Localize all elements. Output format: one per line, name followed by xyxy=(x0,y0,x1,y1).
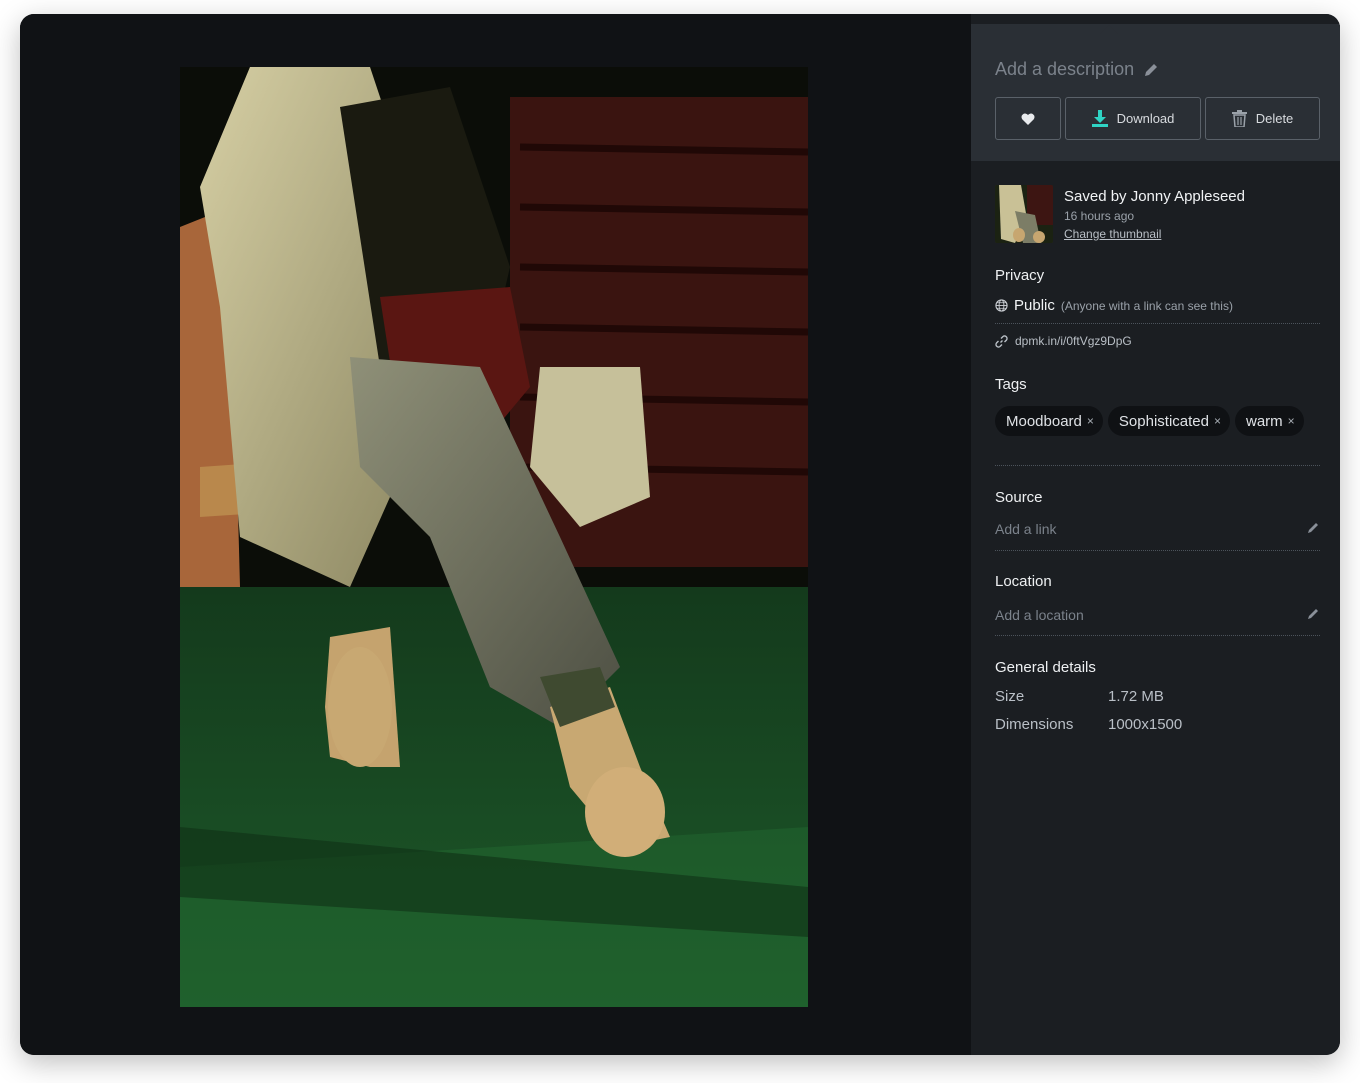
source-divider xyxy=(995,550,1320,551)
trash-icon xyxy=(1231,110,1247,127)
saved-by: Saved by Jonny Appleseed xyxy=(1064,188,1245,205)
download-icon xyxy=(1091,110,1108,127)
dimensions-value: 1000x1500 xyxy=(1108,716,1183,733)
location-divider xyxy=(995,635,1320,636)
tag-chip[interactable]: warm × xyxy=(1234,406,1304,436)
description-field[interactable]: Add a description xyxy=(995,59,1159,80)
tag-label: warm xyxy=(1245,412,1283,430)
tag-chip[interactable]: Sophisticated × xyxy=(1107,406,1230,436)
source-heading: Source xyxy=(995,489,1043,506)
app-window: Add a description Download Delete Saved … xyxy=(20,14,1340,1055)
thumbnail-image xyxy=(995,185,1053,243)
delete-button[interactable]: Delete xyxy=(1205,97,1320,140)
tags-heading: Tags xyxy=(995,376,1027,393)
size-value: 1.72 MB xyxy=(1108,688,1164,705)
remove-tag-icon[interactable]: × xyxy=(1087,414,1094,428)
change-thumbnail-link[interactable]: Change thumbnail xyxy=(1064,227,1245,241)
details-panel: Add a description Download Delete Saved … xyxy=(971,14,1340,1055)
dimensions-row: Dimensions 1000x1500 xyxy=(995,716,1182,733)
tag-label: Moodboard xyxy=(1006,412,1082,430)
location-heading: Location xyxy=(995,573,1052,590)
share-link-text: dpmk.in/i/0ftVgz9DpG xyxy=(1015,334,1132,348)
tag-label: Sophisticated xyxy=(1118,412,1209,430)
general-details-heading: General details xyxy=(995,659,1096,676)
photo-image xyxy=(180,67,808,1007)
remove-tag-icon[interactable]: × xyxy=(1288,414,1295,428)
location-input[interactable]: Add a location xyxy=(995,607,1084,623)
heart-icon xyxy=(1021,113,1035,125)
edit-source-pencil-icon[interactable] xyxy=(1307,521,1320,534)
tags-divider xyxy=(995,465,1320,466)
link-icon xyxy=(995,334,1008,348)
panel-caret xyxy=(1100,25,1118,34)
globe-icon xyxy=(995,299,1008,312)
saved-info: Saved by Jonny Appleseed 16 hours ago Ch… xyxy=(995,185,1245,243)
tags-list: Moodboard × Sophisticated × warm × xyxy=(995,406,1304,436)
edit-location-pencil-icon[interactable] xyxy=(1307,607,1320,620)
photo[interactable] xyxy=(180,67,808,1007)
image-stage xyxy=(20,14,971,1055)
share-link[interactable]: dpmk.in/i/0ftVgz9DpG xyxy=(995,334,1132,348)
delete-label: Delete xyxy=(1255,111,1294,126)
download-button[interactable]: Download xyxy=(1065,97,1201,140)
dimensions-label: Dimensions xyxy=(995,716,1074,733)
description-placeholder: Add a description xyxy=(995,59,1135,79)
size-label: Size xyxy=(995,688,1025,705)
privacy-note: (Anyone with a link can see this) xyxy=(1060,299,1233,313)
favorite-button[interactable] xyxy=(995,97,1061,140)
saved-time: 16 hours ago xyxy=(1064,209,1135,223)
privacy-value: Public xyxy=(1014,297,1055,314)
thumbnail xyxy=(995,185,1053,243)
size-row: Size 1.72 MB xyxy=(995,688,1164,705)
privacy-divider xyxy=(995,323,1320,324)
source-input[interactable]: Add a link xyxy=(995,521,1056,537)
pencil-icon xyxy=(1145,63,1158,76)
panel-header: Add a description Download Delete xyxy=(971,24,1340,161)
privacy-heading: Privacy xyxy=(995,267,1045,284)
download-label: Download xyxy=(1116,111,1175,126)
privacy-selector[interactable]: Public (Anyone with a link can see this) xyxy=(995,297,1233,314)
remove-tag-icon[interactable]: × xyxy=(1214,414,1221,428)
tag-chip[interactable]: Moodboard × xyxy=(995,406,1103,436)
